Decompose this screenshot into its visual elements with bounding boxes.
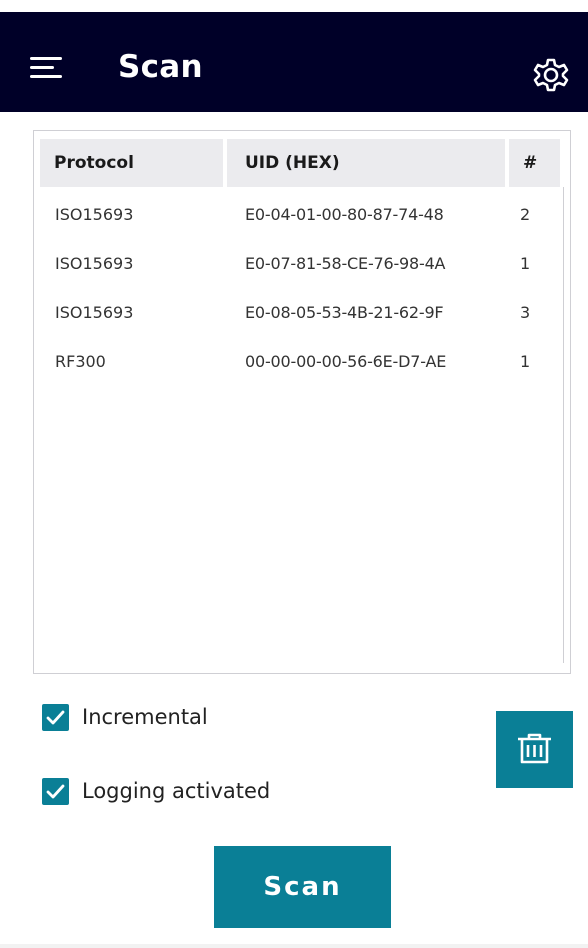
- bottom-edge: [0, 944, 588, 948]
- cell-protocol: ISO15693: [55, 254, 134, 273]
- trash-icon: [518, 733, 551, 764]
- table-row[interactable]: RF300 00-00-00-00-56-6E-D7-AE 1: [40, 338, 560, 386]
- cell-protocol: RF300: [55, 352, 106, 371]
- status-bar: [0, 0, 588, 12]
- scrollbar-track[interactable]: [563, 187, 564, 663]
- checkmark-icon: [46, 784, 65, 799]
- cell-protocol: ISO15693: [55, 205, 134, 224]
- scan-button[interactable]: Scan: [214, 846, 391, 928]
- logging-checkbox[interactable]: [42, 778, 69, 805]
- cell-uid: 00-00-00-00-56-6E-D7-AE: [245, 352, 447, 371]
- table-row[interactable]: ISO15693 E0-04-01-00-80-87-74-48 2: [40, 191, 560, 239]
- logging-label: Logging activated: [82, 779, 271, 803]
- column-header-count[interactable]: #: [509, 139, 560, 187]
- page-title: Scan: [118, 49, 203, 85]
- column-header-uid[interactable]: UID (HEX): [227, 139, 505, 187]
- cell-count: 1: [520, 352, 531, 371]
- column-header-protocol[interactable]: Protocol: [40, 139, 223, 187]
- table-row[interactable]: ISO15693 E0-07-81-58-CE-76-98-4A 1: [40, 240, 560, 288]
- cell-count: 3: [520, 303, 531, 322]
- cell-count: 2: [520, 205, 531, 224]
- cell-count: 1: [520, 254, 531, 273]
- gear-icon[interactable]: [531, 55, 571, 95]
- cell-uid: E0-04-01-00-80-87-74-48: [245, 205, 444, 224]
- incremental-checkbox[interactable]: [42, 704, 69, 731]
- table-header: Protocol UID (HEX) #: [40, 139, 560, 187]
- cell-uid: E0-07-81-58-CE-76-98-4A: [245, 254, 446, 273]
- cell-protocol: ISO15693: [55, 303, 134, 322]
- scan-results-table: Protocol UID (HEX) # ISO15693 E0-04-01-0…: [33, 130, 571, 674]
- table-row[interactable]: ISO15693 E0-08-05-53-4B-21-62-9F 3: [40, 289, 560, 337]
- cell-uid: E0-08-05-53-4B-21-62-9F: [245, 303, 444, 322]
- delete-button[interactable]: [496, 711, 573, 788]
- checkmark-icon: [46, 710, 65, 725]
- incremental-label: Incremental: [82, 705, 208, 729]
- app-bar: Scan: [0, 12, 588, 112]
- hamburger-menu-icon[interactable]: [30, 57, 64, 83]
